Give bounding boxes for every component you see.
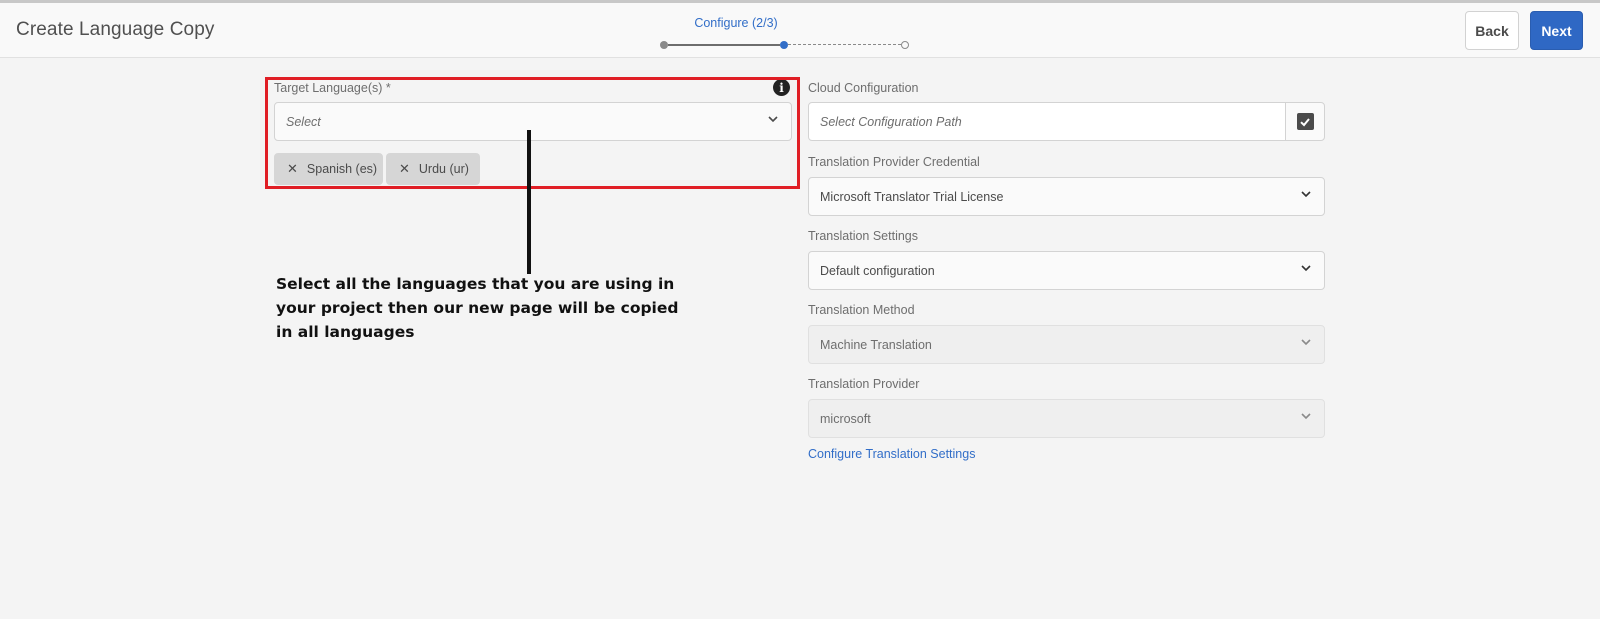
translation-provider-credential-label: Translation Provider Credential <box>808 155 980 169</box>
cloud-configuration-placeholder: Select Configuration Path <box>820 115 962 129</box>
translation-provider-credential-value: Microsoft Translator Trial License <box>820 190 1004 204</box>
cloud-configuration-label: Cloud Configuration <box>808 81 919 95</box>
chevron-down-icon <box>1301 191 1311 198</box>
annotation-highlight-frame <box>265 77 800 189</box>
wizard-header: Create Language Copy Configure (2/3) Bac… <box>0 3 1600 58</box>
chevron-down-icon <box>1301 265 1311 272</box>
translation-method-label: Translation Method <box>808 303 915 317</box>
translation-provider-value: microsoft <box>820 412 871 426</box>
translation-provider-select: microsoft <box>808 399 1325 438</box>
step-2-dot[interactable] <box>780 41 788 49</box>
wizard-step-label: Configure (2/3) <box>694 16 778 30</box>
configure-translation-settings-link[interactable]: Configure Translation Settings <box>808 447 975 461</box>
cloud-configuration-input[interactable]: Select Configuration Path <box>808 102 1286 141</box>
next-button[interactable]: Next <box>1530 11 1583 50</box>
progress-line-pending <box>788 44 901 45</box>
translation-method-select: Machine Translation <box>808 325 1325 364</box>
translation-settings-label: Translation Settings <box>808 229 919 243</box>
chevron-down-icon <box>1301 413 1311 420</box>
progress-line-completed <box>668 44 780 46</box>
translation-provider-credential-select[interactable]: Microsoft Translator Trial License <box>808 177 1325 216</box>
translation-settings-value: Default configuration <box>820 264 935 278</box>
page-title: Create Language Copy <box>16 19 215 40</box>
step-1-dot[interactable] <box>660 41 668 49</box>
back-button[interactable]: Back <box>1465 11 1519 50</box>
checkbox-checked-icon <box>1296 113 1314 130</box>
annotation-text: Select all the languages that you are us… <box>276 275 679 341</box>
translation-provider-label: Translation Provider <box>808 377 920 391</box>
translation-settings-select[interactable]: Default configuration <box>808 251 1325 290</box>
chevron-down-icon <box>1301 339 1311 346</box>
translation-method-value: Machine Translation <box>820 338 932 352</box>
wizard-progress: Configure (2/3) <box>660 13 930 53</box>
cloud-configuration-browse-button[interactable] <box>1285 102 1325 141</box>
annotation-pointer-line <box>527 130 531 274</box>
step-3-dot[interactable] <box>901 41 909 49</box>
